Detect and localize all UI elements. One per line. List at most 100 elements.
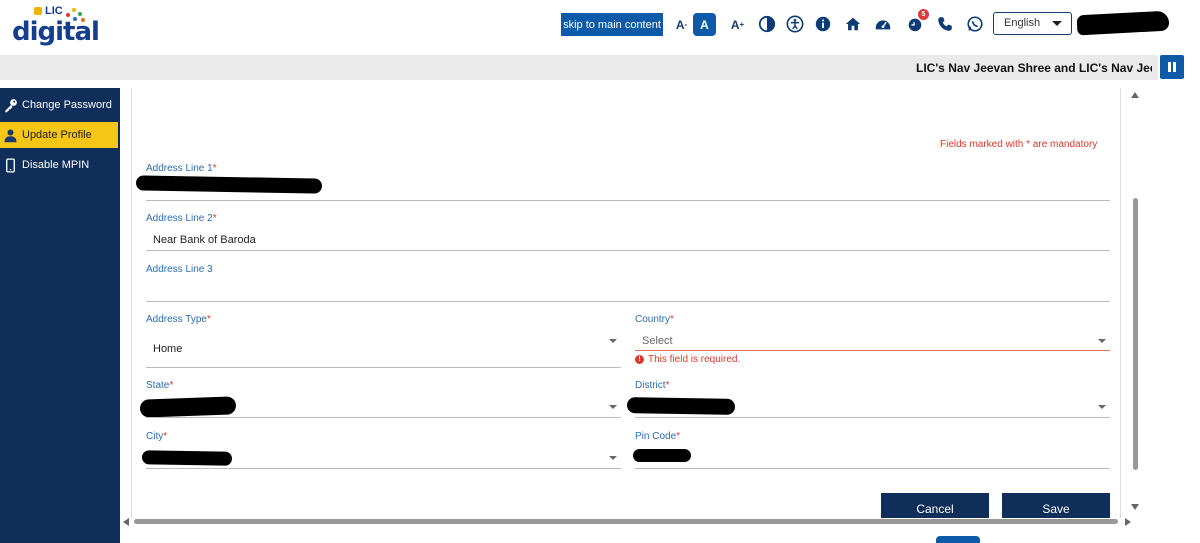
country-error-message: ! This field is required. (635, 354, 740, 365)
font-decrease-label: A (675, 17, 685, 32)
state-label-text: State (146, 380, 170, 391)
address-line-1-label-text: Address Line 1 (146, 163, 213, 174)
horizontal-scroll-thumb[interactable] (134, 519, 1118, 524)
key-icon (3, 98, 18, 113)
language-select-value: English (1004, 17, 1041, 29)
user-name-redacted (1076, 10, 1170, 36)
vertical-scrollbar[interactable] (1128, 88, 1142, 518)
address-type-label: Address Type* (146, 314, 211, 325)
skip-to-main-content-button[interactable]: skip to main content (561, 13, 663, 36)
state-label: State* (146, 380, 173, 391)
font-increase-button[interactable]: A + (726, 13, 749, 36)
address-type-select[interactable]: Address Type* Home (146, 314, 621, 368)
required-marker: * (670, 314, 674, 325)
pin-code-label: Pin Code* (635, 431, 680, 442)
chevron-down-icon (1052, 21, 1062, 26)
city-label-text: City (146, 431, 164, 442)
address-line-1-field[interactable]: Address Line 1* (135, 163, 1110, 201)
city-label: City* (146, 431, 167, 442)
header: LIC digital skip to main content A- A A + (0, 0, 1200, 55)
cancel-button[interactable]: Cancel (881, 493, 989, 518)
font-decrease-button[interactable]: A- (670, 13, 693, 36)
update-profile-form: Fields marked with * are mandatory Addre… (131, 88, 1121, 518)
country-label-text: Country (635, 314, 671, 325)
city-select[interactable]: City* (141, 431, 621, 469)
announcement-ticker: LIC's Nav Jeevan Shree and LIC's Nav Jee… (0, 55, 1158, 80)
sidebar-item-update-profile[interactable]: Update Profile (0, 122, 118, 148)
accessibility-icon[interactable] (785, 14, 805, 34)
address-type-value: Home (153, 343, 183, 355)
sidebar-item-label: Update Profile (22, 129, 92, 141)
required-marker: * (163, 431, 168, 442)
address-line-3-label: Address Line 3 (146, 264, 213, 275)
mandatory-fields-note: Fields marked with * are mandatory (940, 139, 1098, 150)
country-label: Country* (635, 314, 674, 325)
scroll-up-icon[interactable] (1131, 92, 1139, 98)
required-marker: * (206, 314, 211, 325)
chevron-down-icon (609, 339, 617, 343)
user-icon (3, 128, 18, 143)
address-line-2-value: Near Bank of Baroda (153, 234, 256, 246)
horizontal-scrollbar[interactable] (122, 517, 1132, 527)
required-marker: * (676, 431, 681, 442)
chevron-down-icon (1098, 405, 1106, 409)
address-line-2-field[interactable]: Address Line 2* Near Bank of Baroda (146, 213, 1110, 251)
pin-code-value-redacted (633, 449, 691, 462)
required-marker: * (212, 213, 217, 224)
notification-badge: 5 (918, 9, 929, 20)
state-select[interactable]: State* (139, 380, 621, 418)
scroll-down-icon[interactable] (1131, 504, 1139, 510)
country-placeholder: Select (642, 335, 673, 347)
state-value-redacted (139, 396, 237, 418)
ticker-text: LIC's Nav Jeevan Shree and LIC's Nav Jee… (916, 61, 1152, 75)
address-line-1-label: Address Line 1* (146, 163, 217, 174)
error-icon: ! (635, 355, 644, 364)
country-select[interactable]: Country* Select ! This field is required… (635, 314, 1110, 368)
pin-code-field[interactable]: Pin Code* (633, 431, 1110, 469)
district-label: District* (635, 380, 669, 391)
logo-digital-text: digital (12, 17, 100, 47)
address-line-3-field[interactable]: Address Line 3 (146, 264, 1110, 302)
lic-digital-logo[interactable]: LIC digital (12, 5, 100, 49)
language-select[interactable]: English (993, 12, 1072, 35)
vertical-scroll-thumb[interactable] (1133, 198, 1138, 470)
logo-lic-text: LIC (34, 5, 63, 17)
sidebar: Change Password Update Profile Disable M… (0, 88, 120, 543)
chat-widget-tab[interactable] (936, 536, 980, 543)
chevron-down-icon (609, 456, 617, 460)
phone-icon[interactable] (935, 14, 955, 34)
city-value-redacted (141, 450, 233, 466)
pause-icon (1168, 62, 1171, 72)
required-marker: * (169, 380, 174, 391)
ticker-pause-button[interactable] (1160, 55, 1184, 79)
required-marker: * (212, 163, 217, 174)
home-icon[interactable] (843, 14, 863, 34)
pin-code-label-text: Pin Code (635, 431, 677, 442)
address-line-1-redacted (135, 175, 323, 194)
mobile-icon (3, 157, 18, 173)
contrast-icon[interactable] (757, 14, 777, 34)
dashboard-icon[interactable] (873, 14, 893, 34)
address-line-2-label: Address Line 2* (146, 213, 217, 224)
info-icon[interactable] (813, 14, 833, 34)
scroll-left-icon[interactable] (123, 518, 129, 526)
address-type-label-text: Address Type (146, 314, 207, 325)
whatsapp-icon[interactable] (965, 14, 985, 34)
sidebar-item-disable-mpin[interactable]: Disable MPIN (0, 152, 118, 178)
sidebar-item-change-password[interactable]: Change Password (0, 92, 118, 118)
notifications-icon[interactable]: 5 (905, 9, 929, 34)
font-increase-label: A (730, 17, 740, 32)
scroll-right-icon[interactable] (1125, 518, 1131, 526)
font-normal-button[interactable]: A (693, 13, 716, 36)
sidebar-item-label: Disable MPIN (22, 159, 90, 171)
district-value-redacted (626, 397, 736, 415)
chevron-down-icon (609, 405, 617, 409)
save-button[interactable]: Save (1002, 493, 1110, 518)
district-select[interactable]: District* (626, 380, 1110, 418)
required-marker: * (665, 380, 670, 391)
country-error-text: This field is required. (648, 354, 741, 365)
address-line-2-label-text: Address Line 2 (146, 213, 213, 224)
sidebar-item-label: Change Password (22, 99, 112, 111)
district-label-text: District (635, 380, 666, 391)
page: LIC digital skip to main content A- A A + (0, 0, 1200, 543)
